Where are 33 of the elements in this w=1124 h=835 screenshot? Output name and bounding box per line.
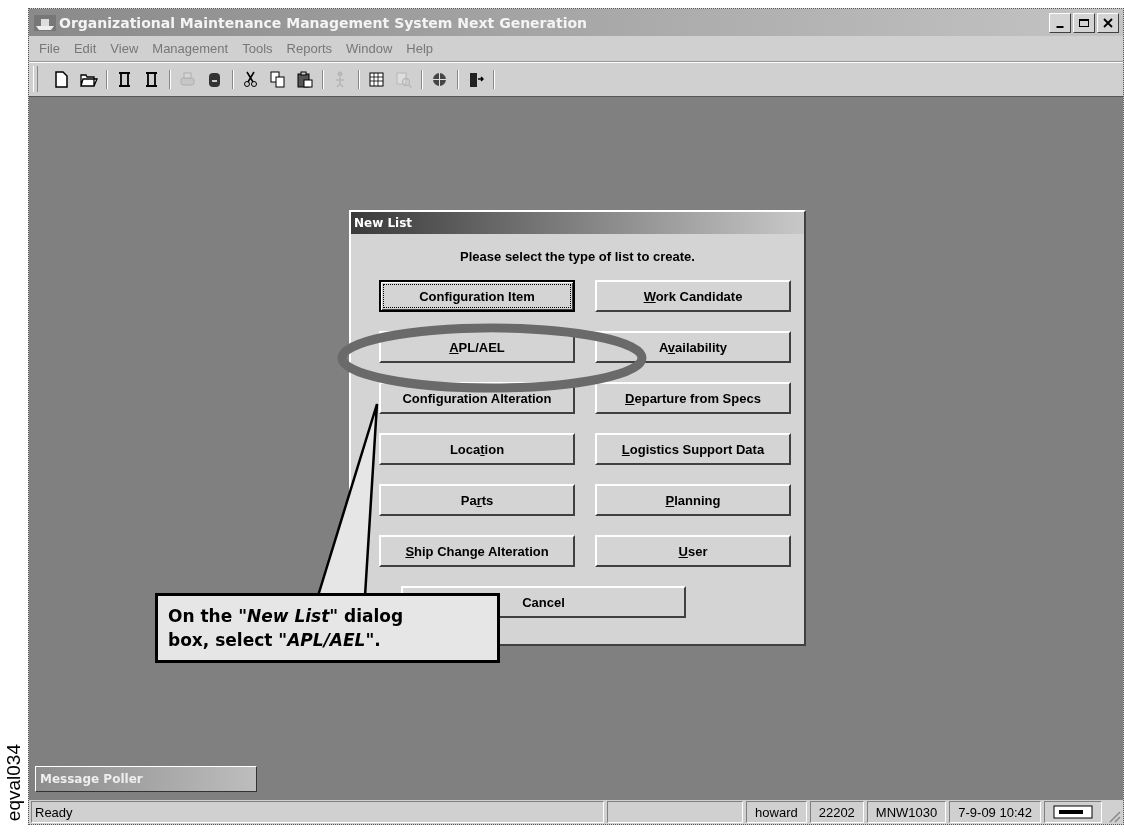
figure-label: eqval034 [3,743,25,821]
status-pane: 22202 [809,801,864,823]
status-pane: Ready [31,801,605,823]
scissors-icon[interactable] [241,69,260,89]
copy-icon[interactable] [268,69,287,89]
dialog-prompt: Please select the type of list to create. [459,249,696,264]
close-button[interactable] [1097,12,1119,33]
instruction-tooltip: On the "New List" dialog box, select "APL/AEL". [155,593,500,663]
list-type-button[interactable]: Ship Change Alteration [379,535,575,567]
list-type-button[interactable]: Availability [595,331,791,363]
list-type-button[interactable]: Planning [595,484,791,516]
grid-icon[interactable] [367,69,386,89]
status-pane: MNW1030 [866,801,947,823]
keyboard-icon [1053,805,1093,819]
minimize-button[interactable] [1049,12,1071,33]
minimize-icon [1056,25,1064,28]
list-type-button[interactable]: User [595,535,791,567]
status-pane: 7-9-09 10:42 [949,801,1041,823]
list-type-button[interactable]: Location [379,433,575,465]
dialog-title: New List [351,212,804,234]
list-type-button[interactable]: Work Candidate [595,280,791,312]
new-file-icon[interactable] [52,69,71,89]
clipboard-icon[interactable] [295,69,314,89]
maximize-icon [1078,17,1090,28]
list-type-button[interactable]: Parts [379,484,575,516]
status-pane: howard [746,801,807,823]
list-type-button[interactable]: Logistics Support Data [595,433,791,465]
list-type-button[interactable]: Departure from Specs [595,382,791,414]
list-type-button[interactable]: Configuration Item [379,280,575,312]
maximize-button[interactable] [1073,12,1095,33]
window-title: Organizational Maintenance Management System Next Generation [59,14,588,31]
ship-icon [33,12,57,33]
close-icon [1102,17,1114,28]
